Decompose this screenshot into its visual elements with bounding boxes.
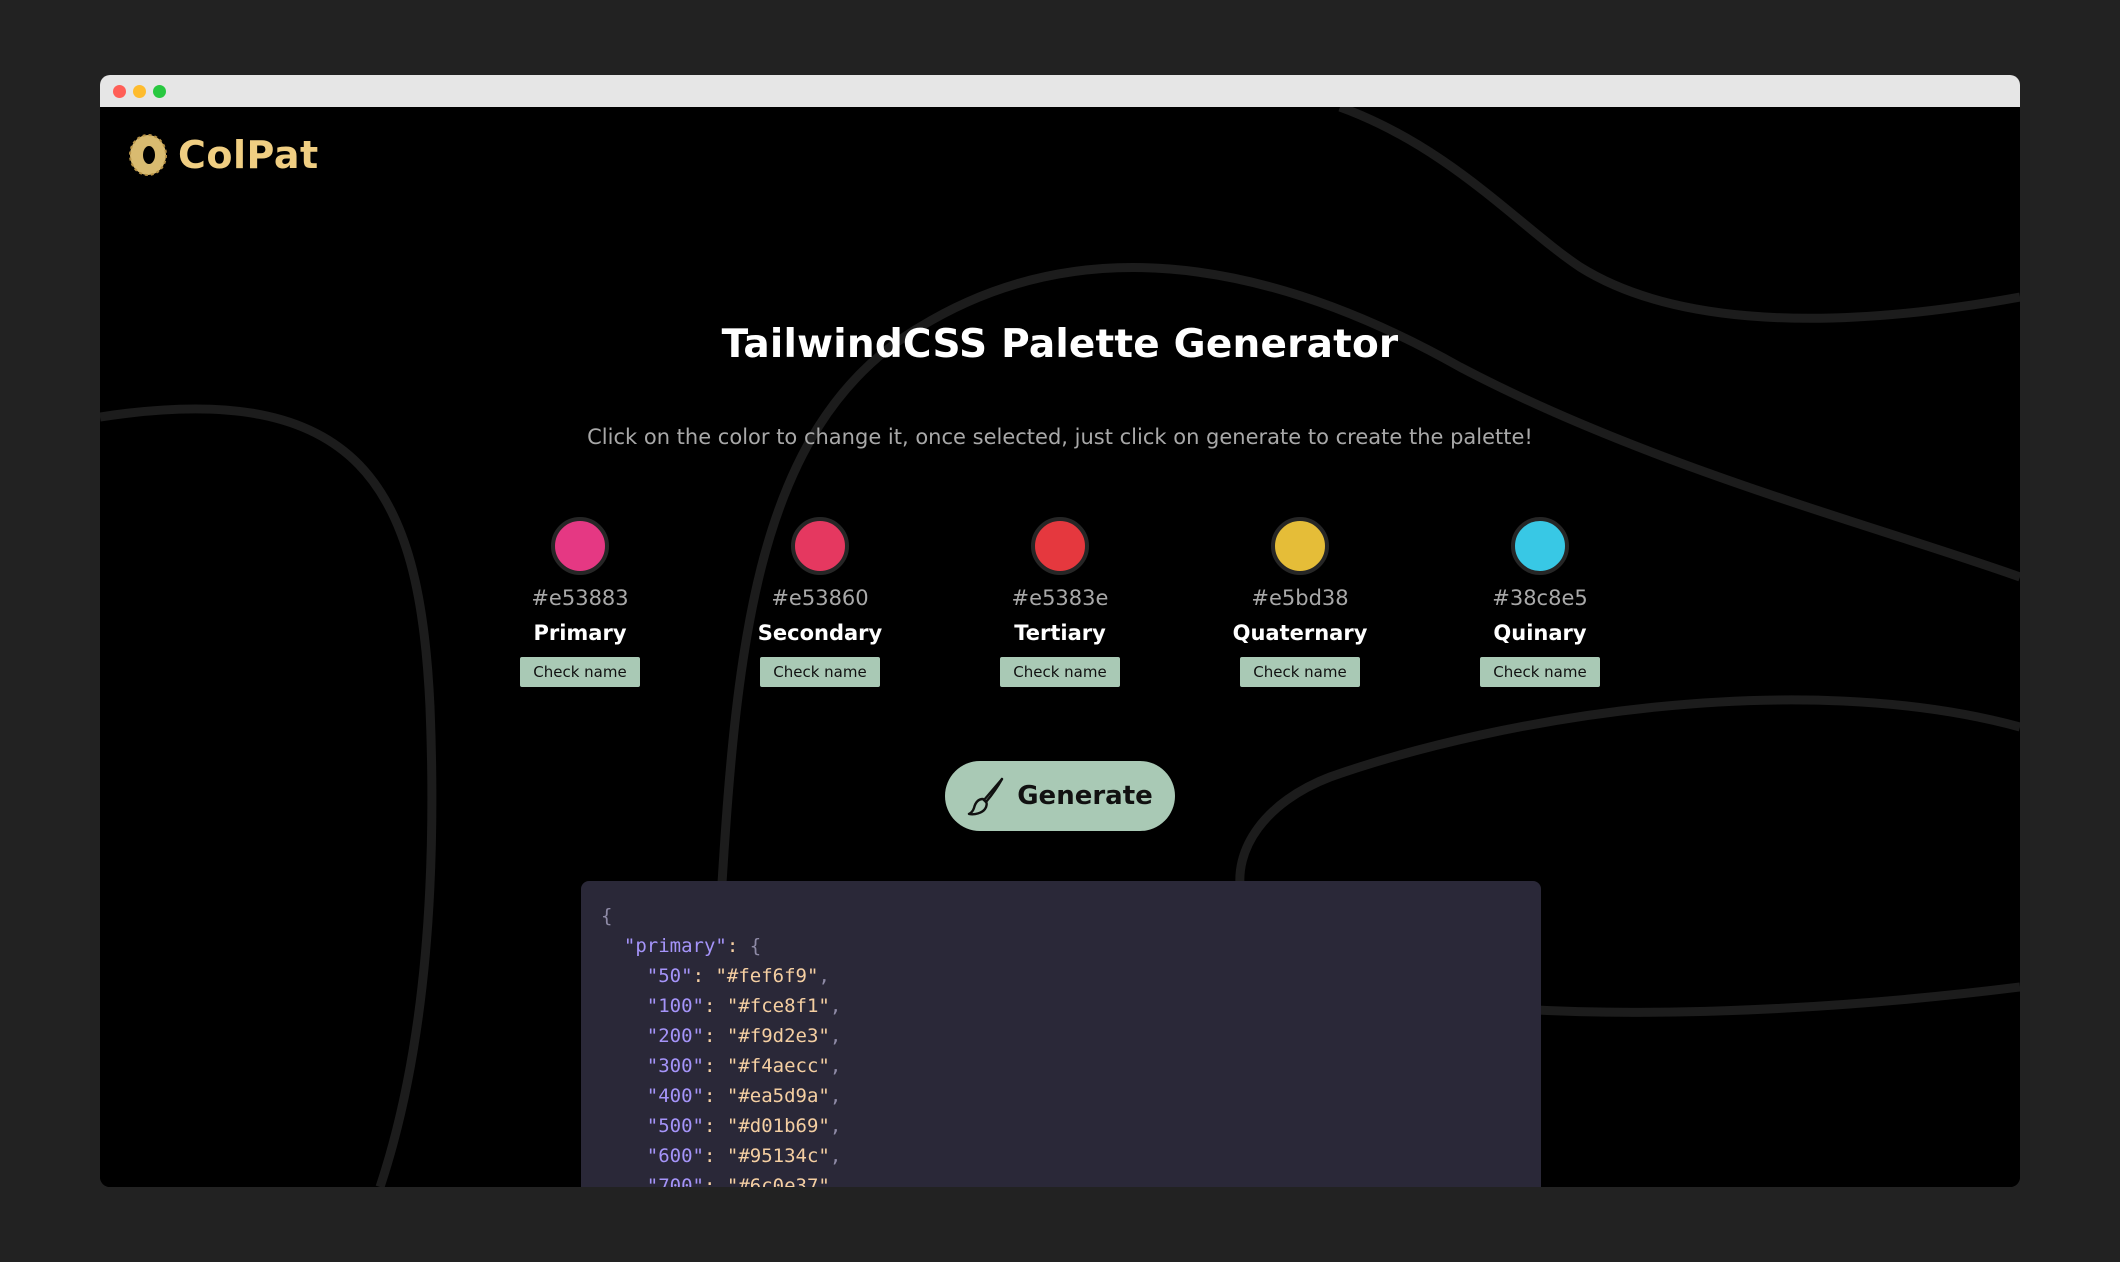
color-swatch-primary[interactable] <box>551 517 609 575</box>
donut-logo-icon <box>129 134 167 176</box>
code-key-text: 300 <box>658 1055 693 1077</box>
check-name-button-tertiary[interactable]: Check name <box>1000 657 1120 687</box>
code-punctuation: { <box>749 935 762 957</box>
page-content: ColPat TailwindCSS Palette Generator Cli… <box>100 107 2020 1187</box>
close-window-button[interactable] <box>113 85 126 98</box>
color-item-primary: #e53883 Primary Check name <box>470 517 690 687</box>
code-line: "100": "#fce8f1", <box>646 995 842 1017</box>
color-label: Primary <box>533 621 627 645</box>
color-swatch-quaternary[interactable] <box>1271 517 1329 575</box>
maximize-window-button[interactable] <box>153 85 166 98</box>
code-line: "400": "#ea5d9a", <box>646 1085 842 1107</box>
color-hex: #e53860 <box>771 586 869 610</box>
check-name-button-quaternary[interactable]: Check name <box>1240 657 1360 687</box>
code-line: "500": "#d01b69", <box>646 1115 842 1137</box>
page-subtitle: Click on the color to change it, once se… <box>587 425 1533 449</box>
code-line: "200": "#f9d2e3", <box>646 1025 842 1047</box>
color-swatch-tertiary[interactable] <box>1031 517 1089 575</box>
code-key-text: 50 <box>658 965 682 987</box>
palette-code-block: { "primary": { "50": "#fef6f9", "100": "… <box>581 881 1541 1187</box>
color-swatch-quinary[interactable] <box>1511 517 1569 575</box>
code-key-text: 700 <box>658 1175 693 1187</box>
code-value-text: #fce8f1 <box>738 995 819 1017</box>
color-picker-row: #e53883 Primary Check name #e53860 Secon… <box>100 517 2020 717</box>
color-hex: #e53883 <box>531 586 629 610</box>
check-name-button-secondary[interactable]: Check name <box>760 657 880 687</box>
generate-button[interactable]: Generate <box>945 761 1175 831</box>
code-value-text: #ea5d9a <box>738 1085 819 1107</box>
code-key-text: primary <box>635 935 716 957</box>
code-value-text: #6c0e37 <box>738 1175 819 1187</box>
minimize-window-button[interactable] <box>133 85 146 98</box>
check-name-button-primary[interactable]: Check name <box>520 657 640 687</box>
code-line: { <box>601 901 1521 931</box>
color-item-quaternary: #e5bd38 Quaternary Check name <box>1190 517 1410 687</box>
code-line: "600": "#95134c", <box>646 1145 842 1167</box>
check-name-button-quinary[interactable]: Check name <box>1480 657 1600 687</box>
color-item-quinary: #38c8e5 Quinary Check name <box>1430 517 1650 687</box>
app-logo[interactable]: ColPat <box>128 133 319 177</box>
code-value-text: #f4aecc <box>738 1055 819 1077</box>
code-line: "50": "#fef6f9", <box>646 965 830 987</box>
app-name: ColPat <box>178 133 319 177</box>
color-hex: #e5383e <box>1011 586 1109 610</box>
code-line: "300": "#f4aecc", <box>646 1055 842 1077</box>
code-punctuation: { <box>601 905 613 927</box>
code-value-text: #fef6f9 <box>726 965 807 987</box>
generate-label: Generate <box>1017 781 1153 811</box>
paintbrush-icon <box>968 777 1004 816</box>
color-label: Quaternary <box>1232 621 1368 645</box>
code-value-text: #f9d2e3 <box>738 1025 819 1047</box>
code-line: "primary": { <box>623 935 762 957</box>
color-label: Tertiary <box>1014 621 1106 645</box>
code-value-text: #95134c <box>738 1145 819 1167</box>
window-titlebar <box>100 75 2020 107</box>
color-swatch-secondary[interactable] <box>791 517 849 575</box>
code-key-text: 500 <box>658 1115 693 1137</box>
color-label: Quinary <box>1493 621 1587 645</box>
color-item-secondary: #e53860 Secondary Check name <box>710 517 930 687</box>
color-hex: #e5bd38 <box>1251 586 1349 610</box>
browser-window: ColPat TailwindCSS Palette Generator Cli… <box>100 75 2020 1187</box>
code-key-text: 600 <box>658 1145 693 1167</box>
code-key-text: 200 <box>658 1025 693 1047</box>
code-key-text: 100 <box>658 995 693 1017</box>
color-label: Secondary <box>757 621 883 645</box>
code-key: "primary" <box>623 935 727 957</box>
code-key-text: 400 <box>658 1085 693 1107</box>
color-hex: #38c8e5 <box>1492 586 1588 610</box>
page-title: TailwindCSS Palette Generator <box>721 322 1399 367</box>
code-line: "700": "#6c0e37", <box>601 1171 1521 1187</box>
code-value-text: #d01b69 <box>738 1115 819 1137</box>
color-item-tertiary: #e5383e Tertiary Check name <box>950 517 1170 687</box>
